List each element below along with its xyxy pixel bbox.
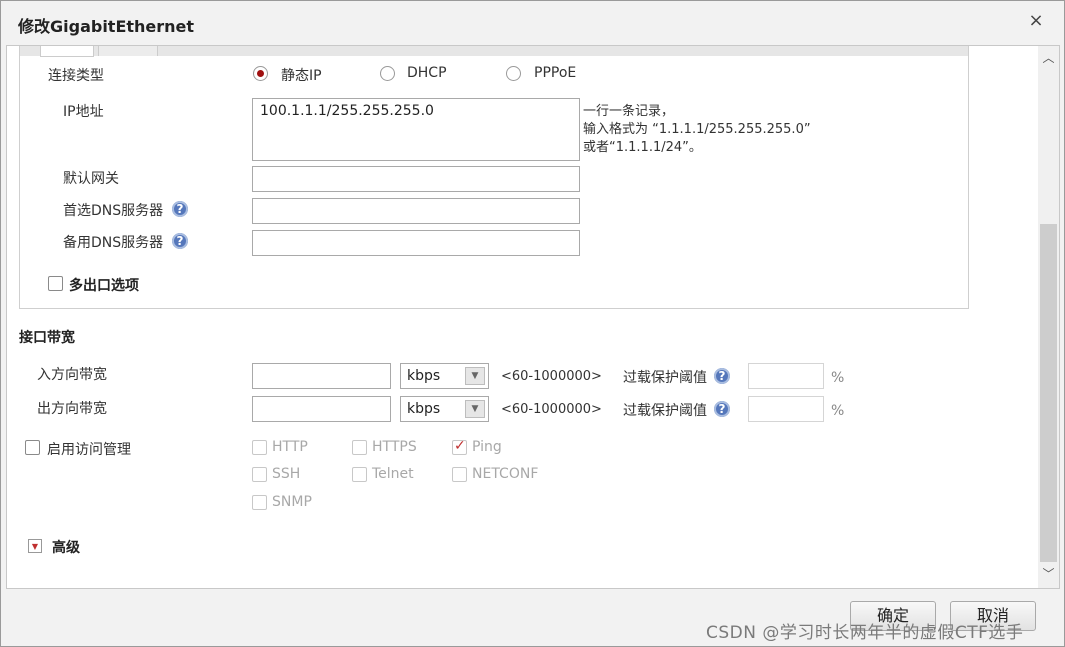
telnet-label: Telnet (372, 466, 414, 482)
scroll-down-icon[interactable]: ﹀ (1038, 564, 1059, 584)
access-management-label: 启用访问管理 (47, 442, 131, 458)
advanced-toggle-label[interactable]: 高级 (52, 537, 80, 557)
snmp-checkbox[interactable] (252, 495, 267, 510)
ping-label: Ping (472, 439, 502, 455)
ip-hint-line: 或者“1.1.1.1/24”。 (583, 140, 702, 155)
http-checkbox[interactable] (252, 440, 267, 455)
https-checkbox[interactable] (352, 440, 367, 455)
https-label: HTTPS (372, 439, 417, 455)
gateway-label: 默认网关 (63, 171, 119, 187)
ip-hint: 一行一条记录， 输入格式为 “1.1.1.1/255.255.255.0” 或者… (583, 103, 811, 157)
help-icon[interactable]: ? (172, 233, 188, 249)
tab-active[interactable] (40, 46, 94, 57)
chevron-down-icon[interactable]: ▼ (465, 400, 485, 418)
tab-inactive[interactable] (98, 46, 158, 56)
radio-dhcp-label: DHCP (407, 65, 447, 81)
access-management-checkbox[interactable] (25, 440, 40, 455)
connection-type-label: 连接类型 (48, 68, 104, 84)
dns2-label: 备用DNS服务器 (63, 235, 164, 251)
outbound-range-label: <60-1000000> (501, 402, 602, 417)
ssh-checkbox[interactable] (252, 467, 267, 482)
outbound-percent-label: % (831, 403, 845, 419)
ip-hint-line: 输入格式为 “1.1.1.1/255.255.255.0” (583, 122, 811, 137)
vertical-scrollbar[interactable]: ︿ ﹀ (1038, 46, 1059, 588)
netconf-checkbox[interactable] (452, 467, 467, 482)
radio-static-ip-label: 静态IP (281, 68, 322, 84)
inbound-unit-select[interactable]: kbps ▼ (400, 363, 489, 389)
ping-checkbox[interactable] (452, 438, 467, 455)
title-bar: 修改GigabitEthernet × (1, 1, 1064, 45)
telnet-checkbox[interactable] (352, 467, 367, 482)
gateway-input[interactable] (252, 166, 580, 192)
outbound-unit-select[interactable]: kbps ▼ (400, 396, 489, 422)
multi-exit-label: 多出口选项 (69, 278, 139, 294)
outbound-unit-value: kbps (407, 401, 441, 417)
scrollbar-thumb[interactable] (1040, 224, 1057, 562)
radio-static-ip[interactable] (253, 66, 268, 81)
bandwidth-section-title: 接口带宽 (19, 330, 75, 346)
chevron-down-icon[interactable]: ▼ (465, 367, 485, 385)
inbound-bandwidth-label: 入方向带宽 (37, 367, 107, 383)
dialog-title: 修改GigabitEthernet (18, 17, 195, 36)
inbound-percent-label: % (831, 370, 845, 386)
inbound-unit-value: kbps (407, 368, 441, 384)
expand-triangle-icon[interactable]: ▼ (28, 539, 42, 553)
ip-address-textarea[interactable]: 100.1.1.1/255.255.255.0 (252, 98, 580, 161)
content-area: 连接类型 静态IP DHCP PPPoE IP地址 100.1.1.1/255.… (6, 45, 1060, 589)
dialog: 修改GigabitEthernet × 连接类型 静态IP DHCP PPPoE… (0, 0, 1065, 647)
outbound-bandwidth-label: 出方向带宽 (37, 401, 107, 417)
ip-address-label: IP地址 (63, 104, 104, 120)
dns1-input[interactable] (252, 198, 580, 224)
inbound-threshold-input[interactable] (748, 363, 824, 389)
dns2-input[interactable] (252, 230, 580, 256)
outbound-bandwidth-input[interactable] (252, 396, 391, 422)
http-label: HTTP (272, 439, 308, 455)
inbound-bandwidth-input[interactable] (252, 363, 391, 389)
scroll-up-icon[interactable]: ︿ (1038, 48, 1059, 68)
close-icon[interactable]: × (1026, 11, 1046, 31)
help-icon[interactable]: ? (714, 368, 730, 384)
tab-strip (20, 46, 968, 57)
radio-pppoe[interactable] (506, 66, 521, 81)
outbound-threshold-label: 过载保护阈值 (623, 403, 707, 419)
dns1-label: 首选DNS服务器 (63, 203, 164, 219)
help-icon[interactable]: ? (172, 201, 188, 217)
ssh-label: SSH (272, 466, 301, 482)
radio-pppoe-label: PPPoE (534, 65, 577, 81)
watermark: CSDN @学习时长两年半的虚假CTF选手 (706, 623, 1024, 643)
outbound-threshold-input[interactable] (748, 396, 824, 422)
netconf-label: NETCONF (472, 466, 539, 482)
snmp-label: SNMP (272, 494, 312, 510)
inbound-range-label: <60-1000000> (501, 369, 602, 384)
radio-dhcp[interactable] (380, 66, 395, 81)
multi-exit-checkbox[interactable] (48, 276, 63, 291)
inbound-threshold-label: 过载保护阈值 (623, 370, 707, 386)
help-icon[interactable]: ? (714, 401, 730, 417)
ip-hint-line: 一行一条记录， (583, 104, 675, 119)
